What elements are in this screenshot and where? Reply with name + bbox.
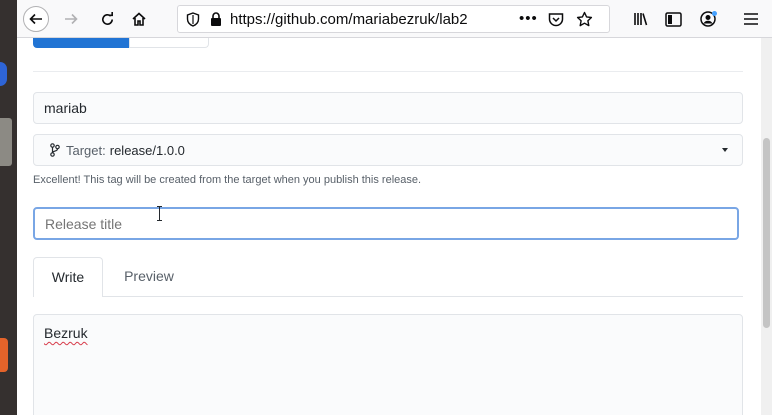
lock-icon[interactable] <box>210 12 222 27</box>
sidebar-button[interactable] <box>661 7 685 31</box>
forward-button[interactable] <box>59 7 83 31</box>
dock-app-icon[interactable] <box>0 338 8 372</box>
shield-icon[interactable] <box>186 12 200 27</box>
home-button[interactable] <box>127 7 151 31</box>
sidebar-icon <box>664 11 682 27</box>
target-value: release/1.0.0 <box>109 142 185 158</box>
reload-button[interactable] <box>95 7 119 31</box>
page-actions-menu[interactable]: ••• <box>519 10 538 27</box>
target-branch-select[interactable]: Target: release/1.0.0 <box>33 134 743 166</box>
divider <box>33 71 743 72</box>
hamburger-menu-icon <box>744 13 758 25</box>
reload-icon <box>101 11 113 25</box>
tab-preview[interactable]: Preview <box>113 257 185 297</box>
page-scrollbar[interactable] <box>761 38 772 415</box>
address-bar[interactable]: https://github.com/mariabezruk/lab2 ••• <box>177 5 610 33</box>
dock-app-icon[interactable] <box>0 62 7 86</box>
pocket-icon[interactable] <box>548 12 564 27</box>
tabs-divider <box>103 296 743 297</box>
target-label: Target: <box>66 142 106 158</box>
description-text: Bezruk <box>44 325 88 341</box>
browser-toolbar: https://github.com/mariabezruk/lab2 ••• <box>17 0 772 38</box>
account-button[interactable] <box>697 7 721 31</box>
git-branch-icon <box>50 143 60 157</box>
arrow-right-icon <box>65 13 78 25</box>
url-text[interactable]: https://github.com/mariabezruk/lab2 <box>230 11 512 28</box>
chevron-down-icon <box>722 148 728 152</box>
library-icon <box>634 13 648 26</box>
arrow-left-icon <box>29 13 42 25</box>
os-dock <box>0 0 17 415</box>
account-icon <box>700 11 717 27</box>
draft-toggle-button[interactable] <box>129 38 209 48</box>
tag-toggle-button[interactable] <box>33 38 129 48</box>
tag-version-input[interactable]: mariab <box>33 92 743 124</box>
dock-app-icon[interactable] <box>0 118 12 166</box>
open-menu-button[interactable] <box>739 7 763 31</box>
star-icon[interactable] <box>576 11 593 28</box>
scrollbar-thumb[interactable] <box>763 138 770 328</box>
text-cursor-icon <box>157 206 162 221</box>
tag-hint-note: Excellent! This tag will be created from… <box>33 174 422 186</box>
back-button[interactable] <box>23 6 49 32</box>
tab-write[interactable]: Write <box>33 257 103 297</box>
release-title-input[interactable] <box>33 207 739 240</box>
library-button[interactable] <box>629 7 653 31</box>
release-description-editor[interactable]: Bezruk <box>33 314 743 415</box>
release-form: mariab Target: release/1.0.0 Excellent! … <box>17 38 761 415</box>
home-icon <box>132 12 146 26</box>
